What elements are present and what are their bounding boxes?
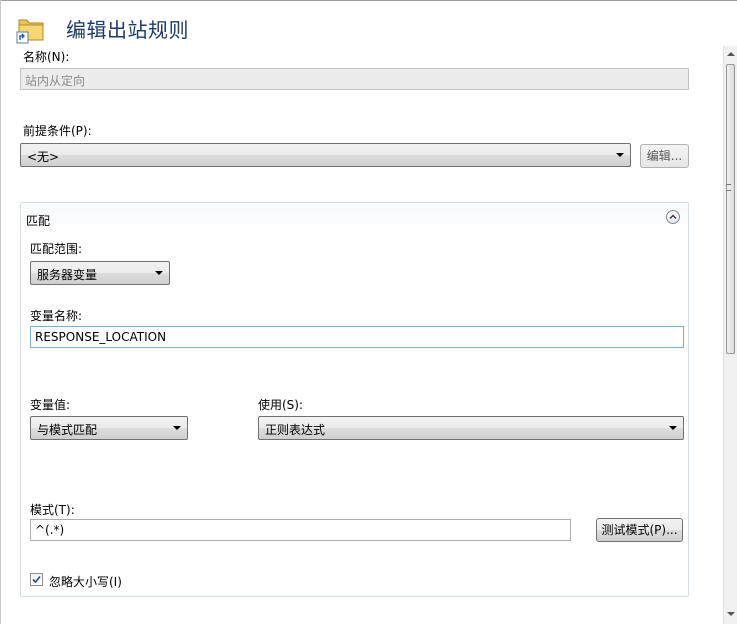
window-top-border bbox=[0, 0, 737, 1]
using-label: 使用(S): bbox=[258, 398, 304, 412]
scrollbar-thumb[interactable] bbox=[726, 64, 735, 354]
match-group: 匹配 匹配范围: 服务器变量 变量名称: RESPONSE_LOCATION 变… bbox=[20, 202, 689, 597]
name-input[interactable]: 站内从定向 bbox=[20, 68, 689, 90]
scope-select-value: 服务器变量 bbox=[37, 268, 98, 282]
scrollbar-grip-icon bbox=[726, 184, 731, 191]
precondition-edit-button[interactable]: 编辑... bbox=[640, 144, 689, 168]
precondition-select-value: <无> bbox=[27, 150, 60, 164]
folder-rule-icon bbox=[16, 14, 46, 44]
variable-value-select[interactable]: 与模式匹配 bbox=[30, 416, 188, 440]
chevron-down-icon bbox=[616, 153, 624, 157]
window-left-border bbox=[0, 0, 1, 624]
using-select[interactable]: 正则表达式 bbox=[258, 416, 684, 440]
precondition-label: 前提条件(P): bbox=[23, 124, 92, 138]
test-pattern-button[interactable]: 测试模式(P)... bbox=[596, 518, 683, 542]
ignore-case-checkbox[interactable] bbox=[30, 573, 43, 586]
match-group-header[interactable] bbox=[21, 203, 688, 235]
scope-label: 匹配范围: bbox=[30, 242, 83, 256]
page-title: 编辑出站规则 bbox=[66, 18, 189, 42]
variable-value-label: 变量值: bbox=[30, 398, 71, 412]
checkmark-icon bbox=[32, 575, 41, 584]
ignore-case-label[interactable]: 忽略大小写(I) bbox=[49, 573, 122, 590]
scope-select[interactable]: 服务器变量 bbox=[30, 261, 170, 285]
pattern-label: 模式(T): bbox=[30, 503, 75, 517]
using-select-value: 正则表达式 bbox=[265, 423, 326, 437]
variable-value-select-value: 与模式匹配 bbox=[37, 423, 98, 437]
chevron-down-icon bbox=[669, 426, 677, 430]
chevron-down-icon bbox=[155, 271, 163, 275]
scroll-down-icon[interactable] bbox=[727, 612, 735, 616]
variable-name-label: 变量名称: bbox=[30, 309, 83, 323]
chevron-down-icon bbox=[173, 426, 181, 430]
name-label: 名称(N): bbox=[23, 50, 70, 64]
collapse-icon[interactable] bbox=[666, 210, 680, 224]
scroll-up-icon[interactable] bbox=[727, 52, 735, 56]
match-group-title: 匹配 bbox=[26, 214, 51, 228]
precondition-select[interactable]: <无> bbox=[20, 143, 631, 167]
vertical-scrollbar[interactable] bbox=[723, 46, 737, 624]
variable-name-input[interactable]: RESPONSE_LOCATION bbox=[30, 326, 684, 348]
pattern-input[interactable]: ^(.*) bbox=[30, 519, 571, 541]
